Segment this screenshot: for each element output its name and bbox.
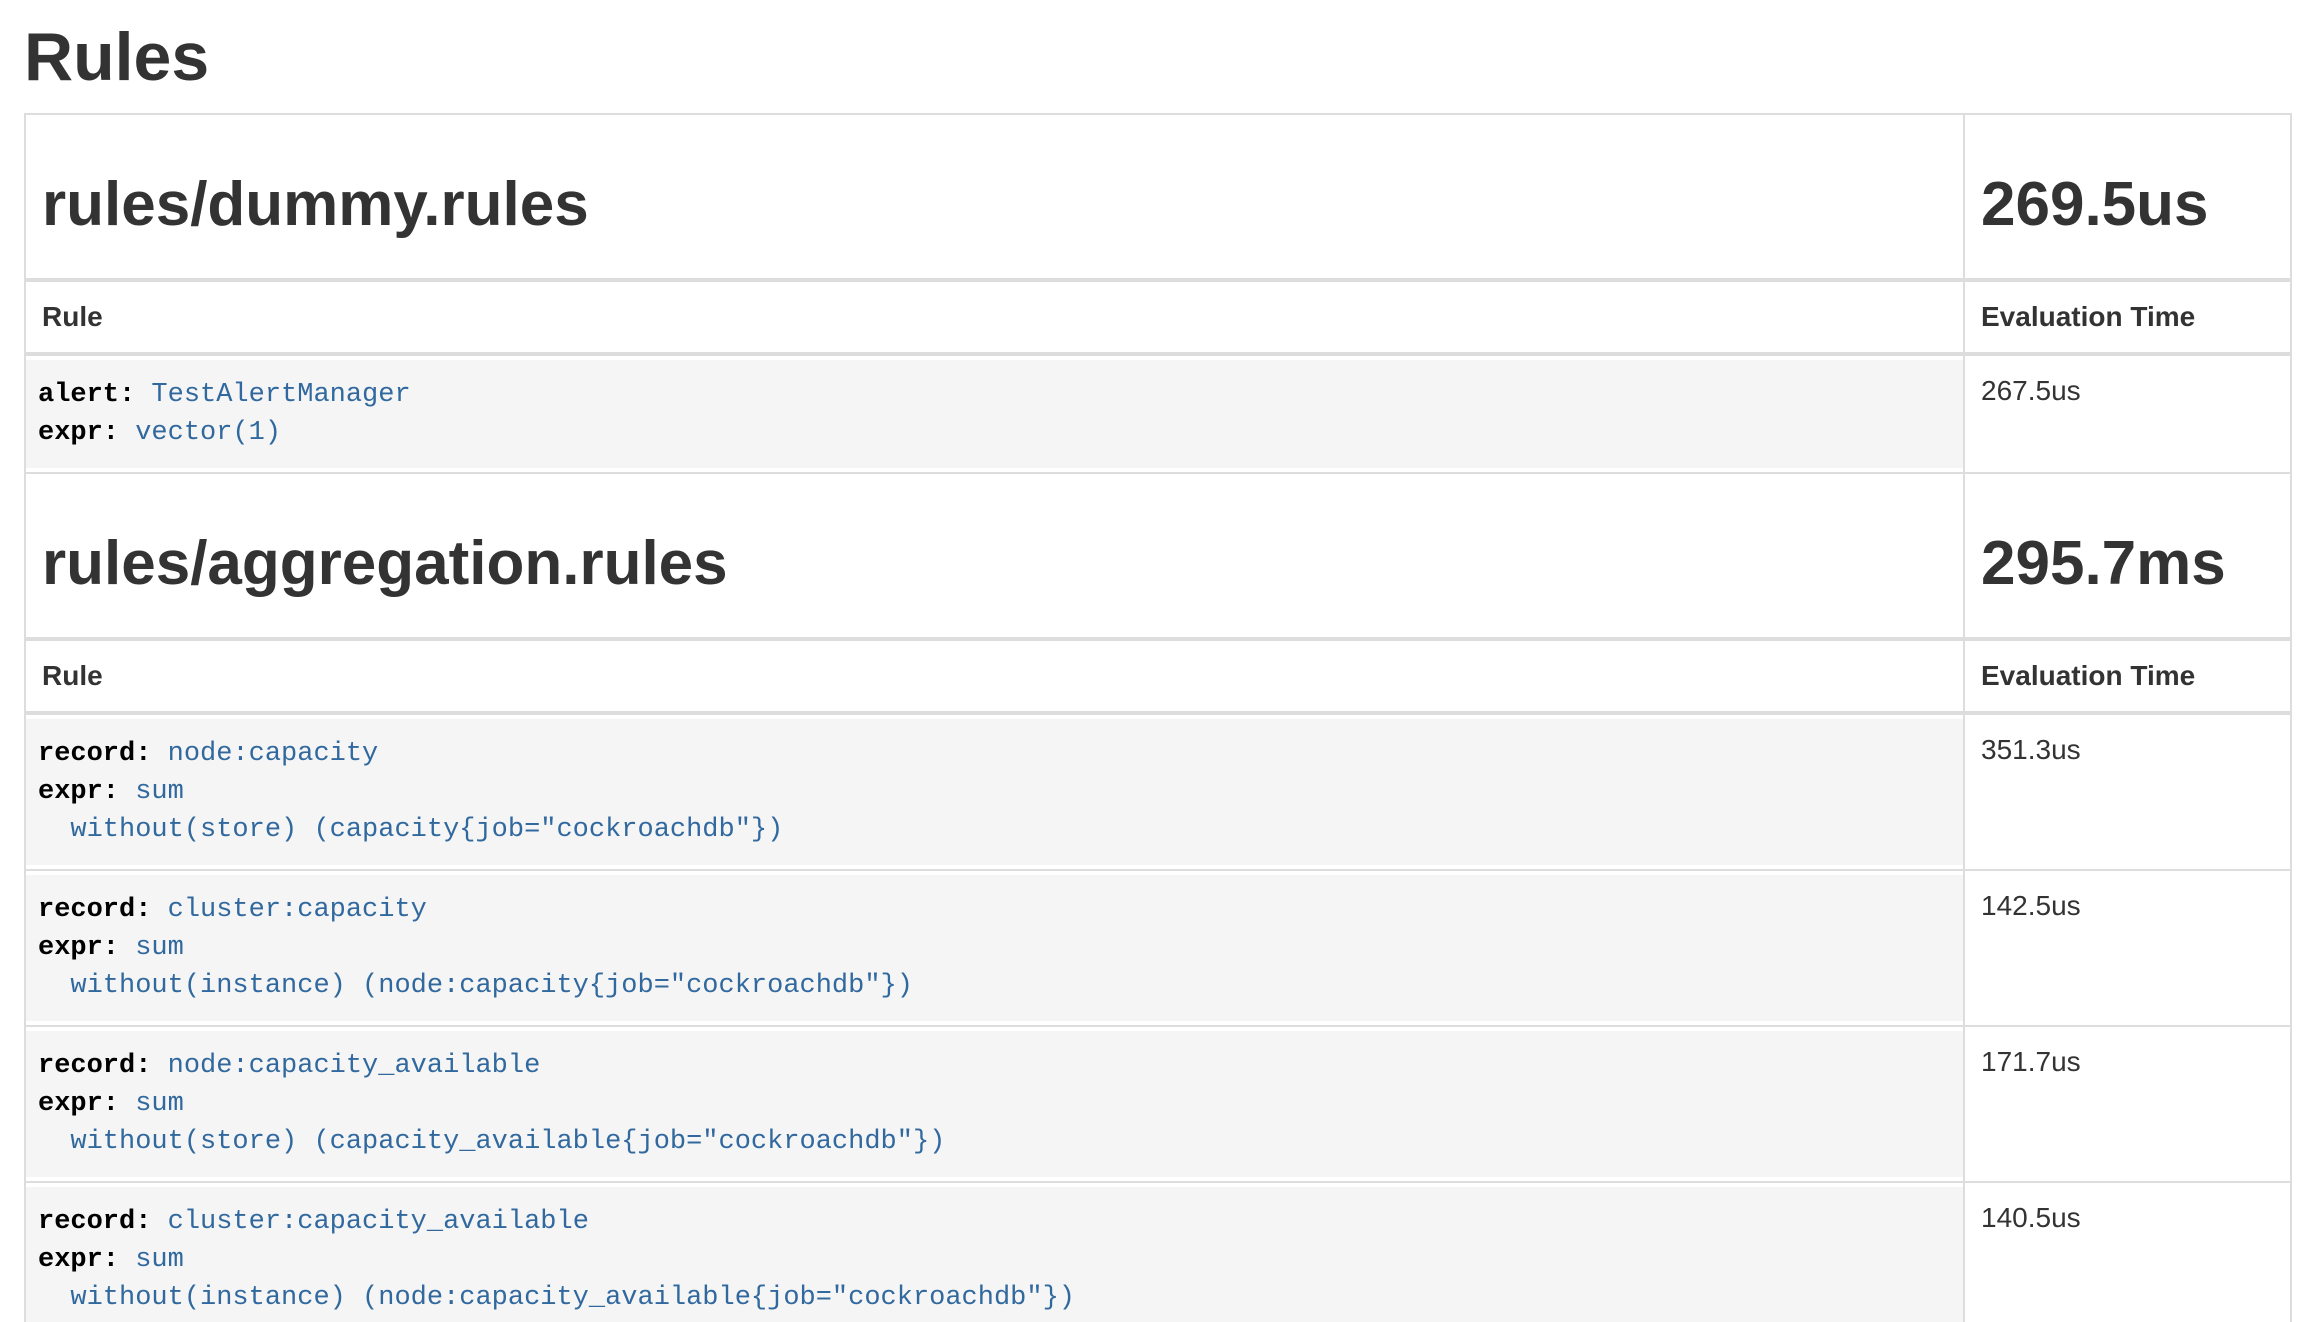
- rule-code-block: record: node:capacity_available expr: su…: [26, 1031, 1963, 1177]
- rule-expr-link[interactable]: sum without(store) (capacity{job="cockro…: [38, 777, 783, 845]
- rule-code-line: expr: vector(1): [38, 414, 1951, 452]
- rule-expr-link[interactable]: sum without(store) (capacity_available{j…: [38, 1089, 945, 1157]
- rule-key-expr: expr:: [38, 418, 135, 448]
- record-name-link[interactable]: cluster:capacity: [168, 895, 427, 925]
- rule-code-line: record: cluster:capacity: [38, 891, 1951, 929]
- rule-code-line: record: node:capacity_available: [38, 1047, 1951, 1085]
- rule-row: record: node:capacity expr: sum without(…: [25, 713, 2291, 870]
- rule-eval-time: 267.5us: [1964, 354, 2291, 473]
- group-total-eval-time: 295.7ms: [1981, 530, 2274, 598]
- rule-eval-time: 142.5us: [1964, 870, 2291, 1026]
- alert-name-link[interactable]: TestAlertManager: [151, 380, 410, 410]
- rule-key-alert: alert:: [38, 380, 151, 410]
- rule-cell: alert: TestAlertManager expr: vector(1): [25, 354, 1964, 473]
- rule-row: record: cluster:capacity expr: sum witho…: [25, 870, 2291, 1026]
- rule-code-block: alert: TestAlertManager expr: vector(1): [26, 360, 1963, 468]
- rule-code-line: expr: sum without(store) (capacity_avail…: [38, 1085, 1951, 1161]
- rule-code-block: record: cluster:capacity_available expr:…: [26, 1187, 1963, 1322]
- rule-expr-link[interactable]: sum without(instance) (node:capacity{job…: [38, 933, 913, 1001]
- rule-code-line: alert: TestAlertManager: [38, 376, 1951, 414]
- rule-cell: record: node:capacity expr: sum without(…: [25, 713, 1964, 870]
- group-file-title: rules/dummy.rules: [42, 171, 1947, 239]
- rule-expr-link[interactable]: sum without(instance) (node:capacity_ava…: [38, 1245, 1075, 1313]
- group-file-cell: rules/dummy.rules: [25, 114, 1964, 280]
- rule-code-line: record: cluster:capacity_available: [38, 1203, 1951, 1241]
- cols-header-row: Rule Evaluation Time: [25, 280, 2291, 354]
- rule-key-expr: expr:: [38, 777, 135, 807]
- rule-key-record: record:: [38, 895, 168, 925]
- group-file-cell: rules/aggregation.rules: [25, 473, 1964, 639]
- group-total-eval-time: 269.5us: [1981, 171, 2274, 239]
- eval-time-column-header: Evaluation Time: [1964, 639, 2291, 713]
- group-header-row: rules/aggregation.rules 295.7ms: [25, 473, 2291, 639]
- rule-eval-time: 351.3us: [1964, 713, 2291, 870]
- rule-code-line: expr: sum without(instance) (node:capaci…: [38, 1241, 1951, 1317]
- record-name-link[interactable]: node:capacity_available: [168, 1051, 541, 1081]
- page-title: Rules: [24, 20, 2292, 95]
- group-header-row: rules/dummy.rules 269.5us: [25, 114, 2291, 280]
- rule-eval-time: 140.5us: [1964, 1182, 2291, 1322]
- group-eval-cell: 295.7ms: [1964, 473, 2291, 639]
- rule-code-line: expr: sum without(instance) (node:capaci…: [38, 929, 1951, 1005]
- cols-header-row: Rule Evaluation Time: [25, 639, 2291, 713]
- rule-row: record: cluster:capacity_available expr:…: [25, 1182, 2291, 1322]
- rule-cell: record: cluster:capacity expr: sum witho…: [25, 870, 1964, 1026]
- group-eval-cell: 269.5us: [1964, 114, 2291, 280]
- rule-eval-time: 171.7us: [1964, 1026, 2291, 1182]
- rule-cell: record: cluster:capacity_available expr:…: [25, 1182, 1964, 1322]
- group-file-title: rules/aggregation.rules: [42, 530, 1947, 598]
- rule-code-line: record: node:capacity: [38, 735, 1951, 773]
- rule-column-header: Rule: [25, 639, 1964, 713]
- rule-column-header: Rule: [25, 280, 1964, 354]
- rule-key-expr: expr:: [38, 933, 135, 963]
- rule-cell: record: node:capacity_available expr: su…: [25, 1026, 1964, 1182]
- rule-row: record: node:capacity_available expr: su…: [25, 1026, 2291, 1182]
- eval-time-column-header: Evaluation Time: [1964, 280, 2291, 354]
- rule-expr-link[interactable]: vector(1): [135, 418, 281, 448]
- rule-key-expr: expr:: [38, 1245, 135, 1275]
- record-name-link[interactable]: node:capacity: [168, 739, 379, 769]
- rule-key-record: record:: [38, 1051, 168, 1081]
- rule-key-expr: expr:: [38, 1089, 135, 1119]
- rule-row: alert: TestAlertManager expr: vector(1) …: [25, 354, 2291, 473]
- rule-code-block: record: node:capacity expr: sum without(…: [26, 719, 1963, 865]
- rules-page: Rules rules/dummy.rules 269.5us Rule Eva…: [0, 20, 2316, 1322]
- rules-table: rules/dummy.rules 269.5us Rule Evaluatio…: [24, 113, 2292, 1322]
- rule-key-record: record:: [38, 739, 168, 769]
- rule-code-block: record: cluster:capacity expr: sum witho…: [26, 875, 1963, 1021]
- rule-key-record: record:: [38, 1207, 168, 1237]
- rule-code-line: expr: sum without(store) (capacity{job="…: [38, 773, 1951, 849]
- record-name-link[interactable]: cluster:capacity_available: [168, 1207, 589, 1237]
